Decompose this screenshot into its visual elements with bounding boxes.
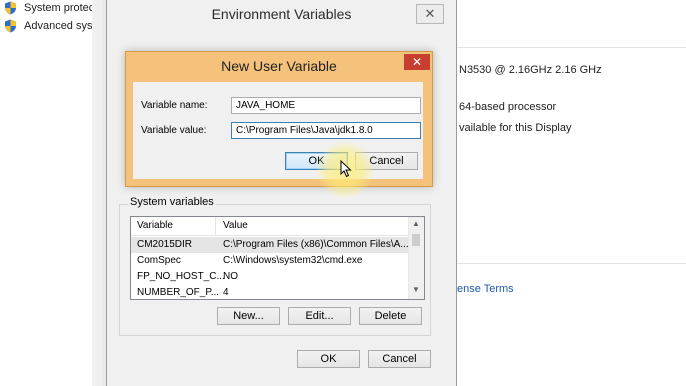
divider — [457, 263, 686, 264]
variable-value-cell: C:\Program Files (x86)\Common Files\A... — [223, 239, 409, 250]
variable-value-label: Variable value: — [141, 125, 207, 136]
variable-name-cell: NUMBER_OF_P... — [137, 287, 220, 298]
variable-name-cell: CM2015DIR — [137, 239, 193, 250]
list-header: Variable Value — [131, 217, 408, 236]
variable-value-cell: NO — [223, 271, 238, 282]
processor-info: N3530 @ 2.16GHz 2.16 GHz — [459, 64, 602, 76]
close-icon: ✕ — [411, 55, 423, 69]
vertical-scrollbar[interactable]: ▲ ▼ — [408, 217, 424, 299]
mouse-pointer-icon — [340, 160, 352, 178]
table-row[interactable]: ComSpec C:\Windows\system32\cmd.exe — [131, 253, 408, 269]
new-button[interactable]: New... — [217, 307, 280, 325]
scrollbar-thumb[interactable] — [412, 234, 420, 246]
system-info-panel: N3530 @ 2.16GHz 2.16 GHz 64-based proces… — [457, 0, 686, 386]
dialog-body: Variable name: JAVA_HOME Variable value:… — [133, 82, 423, 179]
shield-icon — [5, 1, 16, 15]
variable-value-cell: C:\Windows\system32\cmd.exe — [223, 255, 363, 266]
license-terms-link[interactable]: ense Terms — [457, 283, 514, 295]
system-type-info: 64-based processor — [459, 101, 557, 113]
new-user-variable-dialog: New User Variable ✕ Variable name: JAVA_… — [125, 51, 433, 187]
column-header-variable[interactable]: Variable — [137, 220, 173, 231]
sidebar-item-label: Advanced syst — [24, 20, 96, 32]
system-variables-list[interactable]: Variable Value CM2015DIR C:\Program File… — [130, 216, 425, 300]
table-row[interactable]: FP_NO_HOST_C... NO — [131, 269, 408, 285]
table-row[interactable]: CM2015DIR C:\Program Files (x86)\Common … — [131, 237, 409, 253]
shield-icon — [5, 19, 16, 33]
close-button[interactable]: ✕ — [404, 54, 430, 70]
pen-touch-info: vailable for this Display — [459, 122, 572, 134]
system-sidebar: System protec Advanced syst — [0, 0, 96, 386]
ok-button[interactable]: OK — [297, 350, 360, 368]
cancel-button[interactable]: Cancel — [368, 350, 431, 368]
delete-button[interactable]: Delete — [359, 307, 422, 325]
column-header-value[interactable]: Value — [223, 220, 248, 231]
dialog-title: New User Variable — [221, 58, 337, 74]
variable-name-label: Variable name: — [141, 100, 208, 111]
variable-value-field[interactable]: C:\Program Files\Java\jdk1.8.0 — [231, 122, 421, 139]
close-button[interactable]: ✕ — [416, 4, 444, 24]
variable-name-field[interactable]: JAVA_HOME — [231, 97, 421, 114]
table-row[interactable]: NUMBER_OF_P... 4 — [131, 285, 408, 299]
dialog-title: Environment Variables — [211, 6, 352, 22]
system-variables-label: System variables — [128, 196, 216, 208]
sidebar-item-system-protection[interactable]: System protec — [4, 0, 94, 16]
variable-name-cell: FP_NO_HOST_C... — [137, 271, 225, 282]
variable-name-cell: ComSpec — [137, 255, 181, 266]
sidebar-item-advanced-system-settings[interactable]: Advanced syst — [4, 18, 96, 34]
scroll-down-icon[interactable]: ▼ — [412, 285, 420, 294]
edit-button[interactable]: Edit... — [288, 307, 351, 325]
sidebar-item-label: System protec — [24, 2, 95, 14]
scroll-up-icon[interactable]: ▲ — [412, 219, 420, 228]
column-divider — [215, 217, 216, 235]
close-icon: ✕ — [424, 6, 436, 21]
divider — [457, 47, 686, 48]
variable-value-cell: 4 — [223, 287, 229, 298]
